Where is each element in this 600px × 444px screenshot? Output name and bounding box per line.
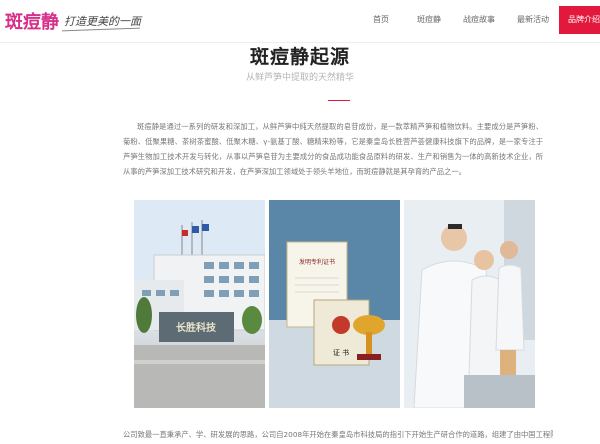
cert-label: 证 书	[333, 348, 349, 357]
nav-item-stories[interactable]: 战痘故事	[463, 0, 495, 40]
building-illustration: 长胜科技	[134, 200, 265, 408]
site-header: 斑痘静 打造更美的一面 首页 斑痘静 战痘故事 最新活动 品牌介绍	[0, 0, 600, 43]
title-divider	[328, 100, 350, 101]
logo-text[interactable]: 斑痘静	[5, 8, 59, 34]
nav-item-home[interactable]: 首页	[373, 0, 389, 40]
logo-slogan: 打造更美的一面	[64, 15, 141, 28]
company-sign: 长胜科技	[176, 321, 217, 334]
laboratory-photo	[404, 200, 535, 408]
patent-cert-title: 发明专利证书	[299, 258, 335, 266]
certificate-photo: 发明专利证书 证 书	[269, 200, 400, 408]
section-subtitle: 从鲜芦笋中提取的天然精华	[245, 73, 354, 83]
certificate-illustration: 发明专利证书 证 书	[269, 200, 400, 408]
history-paragraph: 公司致最一直秉承产、学、研发展的思路，公司自2008年开始在秦皇岛市科技局的指引…	[123, 430, 553, 439]
laboratory-illustration	[404, 200, 535, 408]
nav-item-product[interactable]: 斑痘静	[417, 0, 441, 40]
nav-item-events[interactable]: 最新活动	[517, 0, 549, 40]
brand-intro-button[interactable]: 品牌介绍	[559, 6, 600, 34]
intro-paragraph: 斑痘静是通过一系列的研发和深加工，从鲜芦笋中纯天然提取的皂苷成份，是一款萃精芦笋…	[123, 122, 543, 176]
company-building-photo: 长胜科技	[134, 200, 265, 408]
section-title: 斑痘静起源	[249, 46, 350, 68]
